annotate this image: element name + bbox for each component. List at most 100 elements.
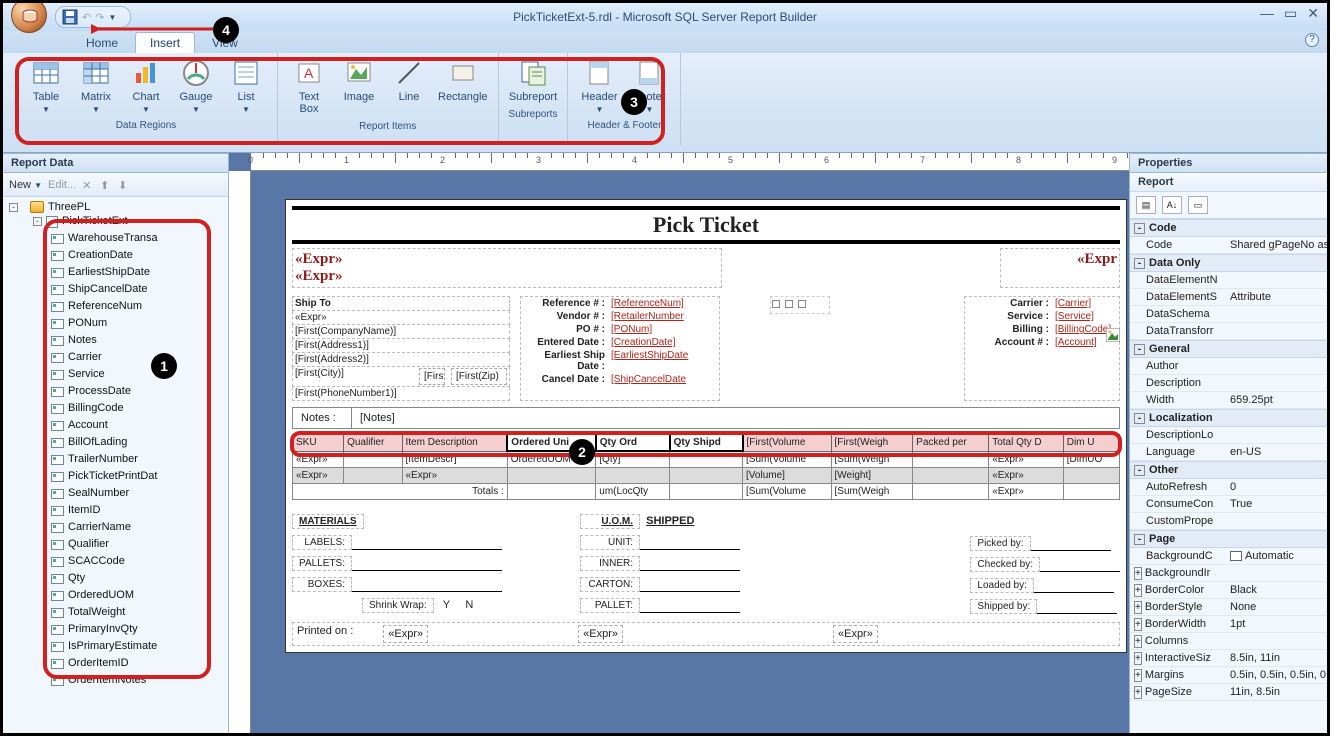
- subreport-btn[interactable]: Subreport: [509, 57, 557, 103]
- property-value[interactable]: [1226, 272, 1327, 288]
- pallets-label[interactable]: PALLETS:: [292, 556, 352, 571]
- field-node[interactable]: Qualifier: [9, 536, 226, 553]
- notes-value[interactable]: [Notes]: [352, 407, 1120, 429]
- textbox-btn[interactable]: ATextBox: [288, 57, 330, 115]
- expand-icon[interactable]: -: [1134, 534, 1145, 545]
- expr-textbox[interactable]: «Expr»: [295, 268, 719, 285]
- loadedby-label[interactable]: Loaded by:: [970, 578, 1034, 593]
- field-node[interactable]: OrderItemID: [9, 655, 226, 672]
- table-header[interactable]: [First(Volume: [743, 434, 832, 451]
- notes-label[interactable]: Notes :: [292, 407, 352, 429]
- expand-icon[interactable]: -: [1134, 413, 1145, 424]
- expand-icon[interactable]: -: [33, 217, 42, 226]
- table-cell[interactable]: [913, 468, 989, 484]
- field-node[interactable]: SCACCode: [9, 553, 226, 570]
- report-title[interactable]: Pick Ticket: [292, 212, 1120, 238]
- property-value[interactable]: None: [1226, 599, 1327, 615]
- matrix-btn[interactable]: Matrix▼: [75, 57, 117, 114]
- line-btn[interactable]: Line: [388, 57, 430, 103]
- table-cell[interactable]: [1063, 468, 1119, 484]
- table-cell[interactable]: [670, 468, 743, 484]
- edit-button[interactable]: Edit...: [48, 179, 76, 191]
- expr-textbox[interactable]: «Expr»: [383, 625, 428, 643]
- field-node[interactable]: IsPrimaryEstimate: [9, 638, 226, 655]
- property-pages-icon[interactable]: ▭: [1188, 196, 1208, 214]
- property-value[interactable]: 0: [1226, 479, 1327, 495]
- app-orb-button[interactable]: [11, 0, 47, 33]
- field-node[interactable]: TrailerNumber: [9, 451, 226, 468]
- expand-icon[interactable]: -: [1134, 344, 1145, 355]
- property-value[interactable]: Shared gPageNo as: [1226, 237, 1327, 253]
- pair-value[interactable]: [PONum]: [609, 323, 654, 336]
- field-state[interactable]: [Firs: [419, 368, 445, 385]
- table-header[interactable]: Qty Shipd: [670, 434, 743, 451]
- property-value[interactable]: [1226, 323, 1327, 339]
- detail-table[interactable]: SKUQualifierItem DescriptionOrdered UniQ…: [292, 433, 1120, 500]
- field-node[interactable]: Account: [9, 417, 226, 434]
- unit-label[interactable]: UNIT:: [580, 535, 640, 550]
- table-cell[interactable]: [Volume]: [743, 468, 832, 484]
- property-value[interactable]: Attribute: [1226, 289, 1327, 305]
- property-category[interactable]: Page: [1149, 533, 1175, 545]
- pair-label[interactable]: Earliest Ship Date :: [521, 349, 609, 373]
- expr-textbox[interactable]: «Expr»: [292, 311, 510, 325]
- totals-label[interactable]: Totals :: [293, 484, 508, 500]
- pair-value[interactable]: [Carrier]: [1053, 297, 1093, 310]
- property-value[interactable]: True: [1226, 496, 1327, 512]
- expr-textbox[interactable]: «Expr: [1003, 251, 1117, 268]
- expand-icon[interactable]: +: [1134, 584, 1142, 597]
- property-value[interactable]: 0.5in, 0.5in, 0.5in, 0.: [1226, 667, 1327, 683]
- pair-value[interactable]: [ShipCancelDate: [609, 373, 688, 386]
- pair-value[interactable]: [Service]: [1053, 310, 1096, 323]
- expand-icon[interactable]: +: [1134, 669, 1142, 682]
- field-node[interactable]: ReferenceNum: [9, 298, 226, 315]
- materials-header[interactable]: MATERIALS: [292, 514, 364, 529]
- reference-block[interactable]: Reference # :[ReferenceNum]Vendor # :[Re…: [520, 296, 720, 401]
- table-btn[interactable]: Table▼: [25, 57, 67, 114]
- table-cell[interactable]: «Expr»: [989, 484, 1064, 500]
- table-cell[interactable]: «Expr»: [402, 468, 507, 484]
- field-node[interactable]: OrderedUOM: [9, 587, 226, 604]
- labels-label[interactable]: LABELS:: [292, 535, 352, 550]
- table-cell[interactable]: «Expr»: [293, 451, 344, 468]
- property-value[interactable]: 1pt: [1226, 616, 1327, 632]
- shipped-header[interactable]: SHIPPED: [646, 515, 694, 527]
- delete-icon[interactable]: ✕: [82, 179, 94, 191]
- table-cell[interactable]: [596, 468, 670, 484]
- expand-icon[interactable]: -: [1134, 223, 1145, 234]
- image-placeholder-icon[interactable]: [1106, 328, 1120, 342]
- table-cell[interactable]: [344, 468, 402, 484]
- maximize-button[interactable]: ▭: [1284, 5, 1297, 22]
- dataset-node[interactable]: PickTicketExt: [62, 213, 128, 230]
- field-node[interactable]: BillOfLading: [9, 434, 226, 451]
- property-category[interactable]: Code: [1149, 222, 1177, 234]
- pair-label[interactable]: PO # :: [521, 323, 609, 336]
- field-node[interactable]: EarliestShipDate: [9, 264, 226, 281]
- table-header[interactable]: [First(Weigh: [831, 434, 913, 451]
- property-value[interactable]: [1226, 306, 1327, 322]
- expand-icon[interactable]: -: [1134, 258, 1145, 269]
- property-value[interactable]: [1226, 375, 1327, 391]
- table-cell[interactable]: [DimUO: [1063, 451, 1119, 468]
- save-icon[interactable]: [62, 9, 78, 25]
- property-value[interactable]: 8.5in, 11in: [1226, 650, 1327, 666]
- table-header[interactable]: Dim U: [1063, 434, 1119, 451]
- field-address1[interactable]: [First(Address1)]: [292, 339, 510, 353]
- n-label[interactable]: N: [465, 599, 473, 611]
- expand-icon[interactable]: +: [1134, 567, 1142, 580]
- field-node[interactable]: ItemID: [9, 502, 226, 519]
- field-zip[interactable]: [First(Zip): [451, 368, 507, 385]
- uom-header[interactable]: U.O.M.: [580, 514, 640, 529]
- shipto-label[interactable]: Ship To: [292, 296, 510, 311]
- field-node[interactable]: ShipCancelDate: [9, 281, 226, 298]
- carton-label[interactable]: CARTON:: [580, 577, 640, 592]
- image-btn[interactable]: Image: [338, 57, 380, 103]
- properties-object[interactable]: Report: [1130, 173, 1327, 192]
- new-button[interactable]: New ▼: [9, 179, 42, 191]
- pair-label[interactable]: Vendor # :: [521, 310, 609, 323]
- undo-icon[interactable]: ↶: [82, 11, 91, 24]
- field-address2[interactable]: [First(Address2)]: [292, 353, 510, 367]
- expand-icon[interactable]: +: [1134, 601, 1142, 614]
- table-cell[interactable]: [670, 451, 743, 468]
- pair-value[interactable]: [BillingCode]: [1053, 323, 1113, 336]
